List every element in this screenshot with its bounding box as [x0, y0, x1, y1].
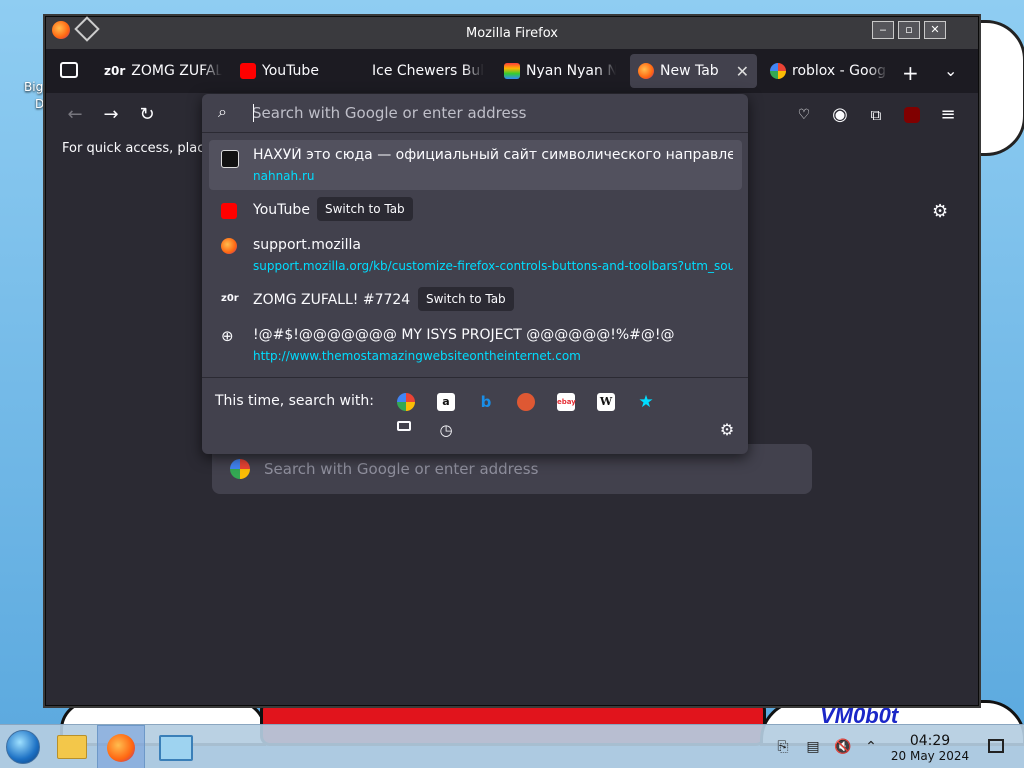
- duckduckgo-engine-icon[interactable]: [517, 393, 535, 411]
- text-caret: [253, 104, 254, 122]
- new-tab-plus-icon[interactable]: +: [902, 61, 919, 85]
- youtube-icon: [240, 63, 256, 79]
- address-placeholder: Search with Google or enter address: [252, 104, 527, 122]
- z0r-icon: z0r: [221, 293, 239, 304]
- tab-fade: [202, 54, 222, 88]
- close-window-button[interactable]: ✕: [924, 21, 946, 39]
- taskbar-file-manager[interactable]: [48, 725, 94, 768]
- forward-arrow-icon[interactable]: →: [97, 101, 125, 129]
- result-title: YouTube: [253, 202, 310, 218]
- tab-fade: [868, 54, 888, 88]
- tray-device-icon[interactable]: ▤: [804, 738, 822, 756]
- volume-muted-icon[interactable]: 🔇: [834, 738, 852, 756]
- google-icon: [230, 459, 250, 479]
- z0r-icon: z0r: [104, 64, 126, 78]
- firefox-icon: [638, 63, 654, 79]
- tab-ice-chewers[interactable]: Ice Chewers Bull: [372, 54, 484, 88]
- back-arrow-icon[interactable]: ←: [61, 101, 89, 129]
- account-icon[interactable]: ◉: [826, 101, 854, 129]
- clock-time[interactable]: 04:29: [890, 733, 970, 749]
- result-title: ZOMG ZUFALL! #7724: [253, 292, 411, 308]
- address-input[interactable]: ⌕ Search with Google or enter address: [202, 94, 748, 133]
- minimize-button[interactable]: ‒: [872, 21, 894, 39]
- divider: [202, 377, 748, 378]
- tab-zomg[interactable]: z0r ZOMG ZUFALL!: [104, 54, 222, 88]
- title-bar[interactable]: Mozilla Firefox ‒ ▫ ✕: [46, 16, 978, 49]
- result-title: support.mozilla: [253, 237, 362, 253]
- clock-date[interactable]: 20 May 2024: [884, 749, 976, 763]
- firefox-view-icon[interactable]: [60, 62, 78, 78]
- search-icon: ⌕: [218, 102, 227, 121]
- folder-icon: [57, 735, 87, 759]
- youtube-icon: [221, 203, 237, 219]
- globe-icon: ⊕: [221, 327, 234, 345]
- history-clock-icon[interactable]: ◷: [437, 421, 455, 439]
- pocket-icon[interactable]: ♡: [790, 101, 818, 129]
- hamburger-menu-icon[interactable]: ≡: [934, 101, 962, 129]
- desktop-icon-label[interactable]: Big: [24, 80, 43, 94]
- bing-engine-icon[interactable]: b: [477, 393, 495, 411]
- taskbar-firefox[interactable]: [97, 725, 145, 768]
- ebay-engine-icon[interactable]: ebay: [557, 393, 576, 411]
- tabs-engine-icon[interactable]: [397, 421, 411, 431]
- site-icon: [221, 150, 239, 168]
- bookmarks-star-icon[interactable]: ★: [637, 393, 655, 411]
- list-all-tabs-chevron-icon[interactable]: ⌄: [944, 61, 957, 80]
- tab-roblox[interactable]: roblox - Goog: [770, 54, 888, 88]
- control-panel-icon: [159, 735, 193, 761]
- result-title: НАХУЙ это сюда — официальный сайт символ…: [253, 147, 733, 163]
- result-row-youtube[interactable]: YouTube Switch to Tab: [209, 195, 742, 227]
- maximize-button[interactable]: ▫: [898, 21, 920, 39]
- bookmarks-toolbar-hint: For quick access, plac: [62, 141, 205, 156]
- tray-clipboard-icon[interactable]: ⎘: [774, 738, 792, 756]
- result-title: !@#$!@@@@@@@ MY ISYS PROJECT @@@@@@!%#@!…: [253, 327, 675, 343]
- tab-fade: [596, 54, 616, 88]
- tab-new-tab[interactable]: New Tab ✕: [630, 54, 757, 88]
- nyan-cat-icon: [504, 63, 520, 79]
- amazon-engine-icon[interactable]: a: [437, 393, 455, 411]
- tab-fade: [464, 54, 484, 88]
- start-button[interactable]: [6, 730, 40, 764]
- tab-youtube[interactable]: YouTube: [240, 54, 360, 88]
- extensions-puzzle-icon[interactable]: ⧉: [862, 101, 890, 129]
- result-row-zomg[interactable]: z0r ZOMG ZUFALL! #7724 Switch to Tab: [209, 285, 742, 317]
- result-url: http://www.themostamazingwebsiteontheint…: [253, 349, 581, 363]
- tab-nyan[interactable]: Nyan Nyan N: [504, 54, 616, 88]
- reload-icon[interactable]: ↻: [133, 101, 161, 129]
- taskbar-control-panel[interactable]: [150, 725, 196, 768]
- result-row-nahnah[interactable]: НАХУЙ это сюда — официальный сайт символ…: [209, 140, 742, 190]
- firefox-icon: [107, 734, 135, 762]
- google-engine-icon[interactable]: [397, 393, 415, 411]
- switch-to-tab-badge: Switch to Tab: [317, 197, 413, 221]
- wikipedia-engine-icon[interactable]: W: [597, 393, 615, 411]
- window-title: Mozilla Firefox: [466, 26, 558, 41]
- ublock-origin-icon[interactable]: [898, 101, 926, 129]
- result-url: nahnah.ru: [253, 169, 315, 183]
- result-url: support.mozilla.org/kb/customize-firefox…: [253, 259, 733, 273]
- address-bar-dropdown: ⌕ Search with Google or enter address НА…: [202, 94, 748, 454]
- tab-label: YouTube: [262, 63, 319, 79]
- taskbar: ⎘ ▤ 🔇 ⌃ 04:29 20 May 2024: [0, 724, 1024, 768]
- result-row-support-mozilla[interactable]: support.mozilla support.mozilla.org/kb/c…: [209, 232, 742, 276]
- close-tab-icon[interactable]: ✕: [736, 62, 749, 81]
- page-search-placeholder: Search with Google or enter address: [264, 460, 539, 478]
- one-off-search-label: This time, search with:: [215, 393, 374, 409]
- result-row-isys-project[interactable]: ⊕ !@#$!@@@@@@@ MY ISYS PROJECT @@@@@@!%#…: [209, 322, 742, 368]
- tab-label: New Tab: [660, 63, 719, 79]
- firefox-support-icon: [221, 238, 237, 254]
- switch-to-tab-badge: Switch to Tab: [418, 287, 514, 311]
- tab-bar: z0r ZOMG ZUFALL! YouTube Ice Chewers Bul…: [46, 49, 978, 93]
- search-settings-gear-icon[interactable]: ⚙: [718, 421, 736, 439]
- page-settings-gear-icon[interactable]: ⚙: [932, 201, 952, 222]
- tray-expand-chevron-icon[interactable]: ⌃: [862, 738, 880, 756]
- show-desktop-icon[interactable]: [988, 739, 1004, 753]
- google-icon: [770, 63, 786, 79]
